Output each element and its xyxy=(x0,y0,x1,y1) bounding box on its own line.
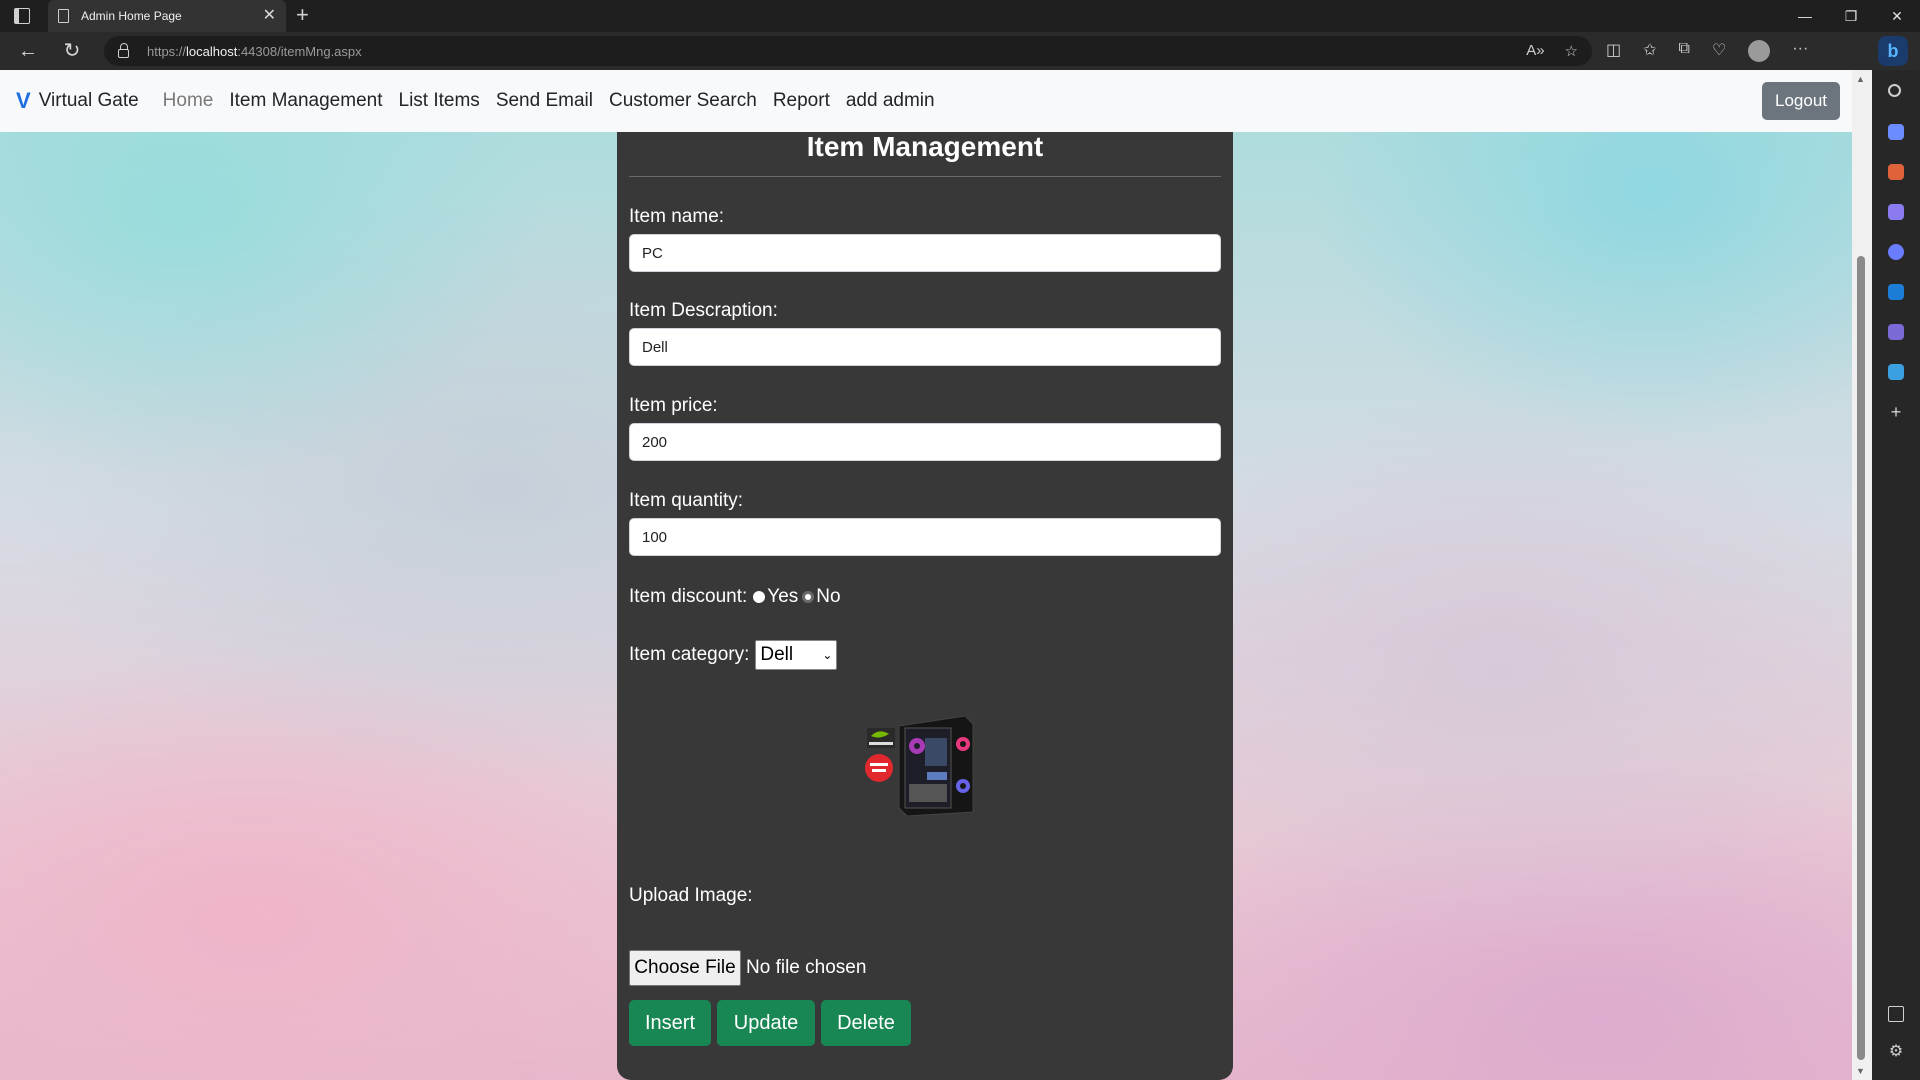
copilot-icon[interactable] xyxy=(1888,244,1904,260)
shopping-tag-icon[interactable] xyxy=(1888,124,1904,140)
nav-link-report[interactable]: Report xyxy=(773,90,830,112)
discount-no-radio[interactable] xyxy=(802,591,815,603)
page-viewport: V Virtual Gate Home Item Management List… xyxy=(0,70,1852,1080)
lock-icon[interactable] xyxy=(118,43,129,58)
search-icon[interactable] xyxy=(1888,84,1901,97)
page-scrollbar[interactable]: ▲ ▼ xyxy=(1852,70,1872,1080)
item-price-label: Item price: xyxy=(629,395,718,416)
scrollbar-thumb[interactable] xyxy=(1857,256,1865,1060)
url-field[interactable]: https://localhost:44308/itemMng.aspx A» … xyxy=(104,36,1592,66)
performance-icon[interactable]: ♡ xyxy=(1712,40,1726,62)
update-button[interactable]: Update xyxy=(717,1000,815,1046)
tools-icon[interactable] xyxy=(1888,164,1904,180)
browser-tab[interactable]: Admin Home Page ✕ xyxy=(48,0,286,32)
item-discount-row: Item discount: Yes No xyxy=(629,586,841,608)
divider xyxy=(629,176,1221,177)
url-text: https://localhost:44308/itemMng.aspx xyxy=(147,43,362,59)
discount-yes-label: Yes xyxy=(767,586,799,607)
nav-link-customer-search[interactable]: Customer Search xyxy=(609,90,757,112)
scroll-up-icon[interactable]: ▲ xyxy=(1856,74,1865,84)
read-aloud-icon[interactable]: A» xyxy=(1526,42,1544,60)
games-icon[interactable] xyxy=(1888,204,1904,220)
site-navbar: V Virtual Gate Home Item Management List… xyxy=(0,70,1852,132)
item-description-input[interactable] xyxy=(629,328,1221,366)
profile-avatar[interactable] xyxy=(1748,40,1771,62)
item-category-label: Item category: xyxy=(629,644,750,665)
nav-link-list-items[interactable]: List Items xyxy=(399,90,480,112)
split-screen-icon[interactable]: ◫ xyxy=(1606,40,1621,62)
nav-link-add-admin[interactable]: add admin xyxy=(846,90,935,112)
refresh-icon[interactable]: ↻ xyxy=(58,38,86,64)
more-menu-icon[interactable]: ··· xyxy=(1792,40,1808,62)
nav-link-send-email[interactable]: Send Email xyxy=(496,90,593,112)
collections-icon[interactable]: ⧉ xyxy=(1679,40,1690,62)
tab-title: Admin Home Page xyxy=(81,9,182,23)
back-icon[interactable]: ← xyxy=(14,38,42,64)
brand[interactable]: V Virtual Gate xyxy=(16,88,139,114)
logout-button[interactable]: Logout xyxy=(1762,82,1840,120)
item-management-panel: Item Management Item name: Item Descrapt… xyxy=(617,131,1233,1080)
edge-sidebar: + ⚙ xyxy=(1872,70,1920,1080)
item-description-label: Item Descraption: xyxy=(629,300,778,321)
tab-actions-icon[interactable] xyxy=(14,8,30,24)
choose-file-button[interactable]: Choose File xyxy=(629,950,741,986)
browser-tab-bar: Admin Home Page ✕ + — ❐ ✕ xyxy=(0,0,1920,32)
url-actions: A» ☆ xyxy=(1526,42,1578,60)
item-category-select[interactable]: Dell ⌄ xyxy=(755,640,838,670)
delete-button[interactable]: Delete xyxy=(821,1000,911,1046)
item-name-input[interactable] xyxy=(629,234,1221,272)
item-category-value: Dell xyxy=(760,644,794,665)
address-bar-row: ← ↻ https://localhost:44308/itemMng.aspx… xyxy=(0,32,1920,70)
minimize-icon[interactable]: — xyxy=(1782,0,1828,32)
add-icon[interactable]: + xyxy=(1888,403,1904,421)
insert-button[interactable]: Insert xyxy=(629,1000,711,1046)
brand-logo-icon: V xyxy=(16,88,31,113)
item-category-row: Item category: Dell ⌄ xyxy=(629,640,838,670)
favorite-star-icon[interactable]: ☆ xyxy=(1565,42,1578,60)
page-title: Item Management xyxy=(806,131,1044,162)
bing-copilot-icon[interactable]: b xyxy=(1878,36,1908,66)
restore-icon[interactable]: ❐ xyxy=(1828,0,1874,32)
item-quantity-input[interactable] xyxy=(629,518,1221,556)
upload-image-label: Upload Image: xyxy=(629,885,753,906)
item-quantity-label: Item quantity: xyxy=(629,490,744,511)
file-status-text: No file chosen xyxy=(746,957,867,978)
settings-gear-icon[interactable]: ⚙ xyxy=(1888,1044,1904,1060)
close-tab-icon[interactable]: ✕ xyxy=(263,8,276,24)
outlook-icon[interactable] xyxy=(1888,284,1904,300)
discount-yes-radio[interactable] xyxy=(753,591,766,603)
close-window-icon[interactable]: ✕ xyxy=(1874,0,1920,32)
chevron-down-icon: ⌄ xyxy=(822,648,833,662)
window-controls: — ❐ ✕ xyxy=(1782,0,1920,32)
nav-link-item-management[interactable]: Item Management xyxy=(229,90,382,112)
item-price-input[interactable] xyxy=(629,423,1221,461)
sidebar-toggle-icon[interactable] xyxy=(1888,1006,1904,1022)
send-icon[interactable] xyxy=(1888,364,1904,380)
item-image xyxy=(865,715,974,816)
scroll-down-icon[interactable]: ▼ xyxy=(1856,1066,1865,1076)
toolbar-icons: ◫ ✩ ⧉ ♡ ··· xyxy=(1606,40,1808,62)
discount-no-label: No xyxy=(816,586,841,607)
item-discount-label: Item discount: xyxy=(629,586,748,607)
item-name-label: Item name: xyxy=(629,206,725,227)
page-icon xyxy=(58,9,69,23)
new-tab-icon[interactable]: + xyxy=(296,4,309,26)
designer-icon[interactable] xyxy=(1888,324,1904,340)
nav-link-home[interactable]: Home xyxy=(163,90,214,112)
favorites-icon[interactable]: ✩ xyxy=(1643,40,1656,62)
brand-name: Virtual Gate xyxy=(38,90,139,111)
